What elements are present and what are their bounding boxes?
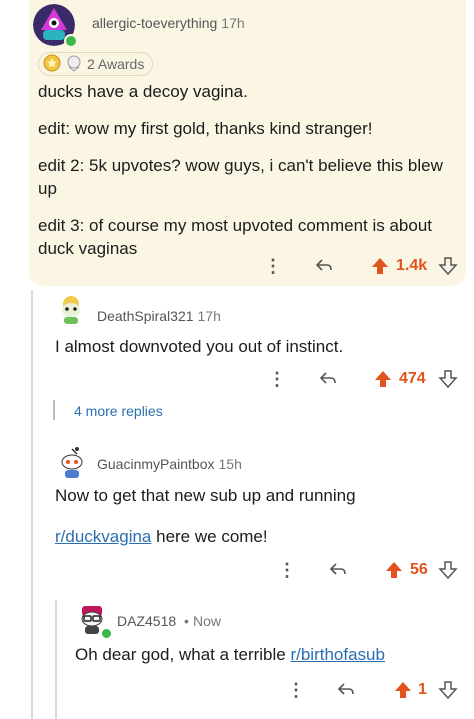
snoo-avatar-icon <box>55 446 89 480</box>
vote-score: 1 <box>418 681 427 698</box>
avatar[interactable] <box>55 446 89 480</box>
thread-line[interactable] <box>31 290 33 719</box>
upvote-icon[interactable] <box>373 369 393 394</box>
vote-score: 1.4k <box>396 257 428 274</box>
username[interactable]: GuacinmyPaintbox <box>97 456 215 472</box>
more-options-icon[interactable]: ⋮ <box>287 678 305 702</box>
username[interactable]: DeathSpiral321 <box>97 308 194 324</box>
comment-line: edit 3: of course my most upvoted commen… <box>38 216 433 258</box>
comment-text: Oh dear god, what a terrible <box>75 645 291 664</box>
reply-icon[interactable] <box>336 680 356 705</box>
reply-icon[interactable] <box>328 560 348 585</box>
timestamp: 17h <box>221 15 245 31</box>
username[interactable]: allergic-toeverything <box>92 15 217 31</box>
comment-line: Now to get that new sub up and running <box>55 486 356 505</box>
comment-line: r/duckvagina here we come! <box>55 525 455 548</box>
downvote-icon[interactable] <box>438 680 458 705</box>
upvote-icon[interactable] <box>384 560 404 585</box>
reply-icon[interactable] <box>318 369 338 394</box>
vote-score: 474 <box>399 370 426 387</box>
upvote-icon[interactable] <box>393 680 413 705</box>
comment-author[interactable]: allergic-toeverything 17h <box>92 15 245 31</box>
collapsed-replies-bar <box>53 400 55 420</box>
comment-body: Now to get that new sub up and running r… <box>55 484 455 548</box>
timestamp: 17h <box>197 308 221 324</box>
downvote-icon[interactable] <box>438 369 458 394</box>
gold-award-icon <box>43 54 61 75</box>
comment-text-suffix: here we come! <box>151 527 268 546</box>
username[interactable]: DAZ4518 <box>117 613 176 629</box>
comment-body: ducks have a decoy vagina. edit: wow my … <box>38 80 458 260</box>
more-replies-link[interactable]: 4 more replies <box>74 403 163 419</box>
comment-author[interactable]: GuacinmyPaintbox 15h <box>97 456 242 472</box>
timestamp: 15h <box>218 456 242 472</box>
avatar[interactable] <box>55 294 87 326</box>
timestamp-separator: • <box>180 613 189 629</box>
thread-line-nested[interactable] <box>55 600 57 719</box>
comment-body: I almost downvoted you out of instinct. <box>55 337 344 356</box>
downvote-icon[interactable] <box>438 256 458 281</box>
awards-count: 2 Awards <box>87 56 145 72</box>
award-icon <box>65 54 83 75</box>
comment-line: edit 2: 5k upvotes? wow guys, i can't be… <box>38 156 443 198</box>
upvote-icon[interactable] <box>370 256 390 281</box>
reply-icon[interactable] <box>314 256 334 281</box>
comment-author[interactable]: DAZ4518 • Now <box>117 613 221 629</box>
more-options-icon[interactable]: ⋮ <box>268 367 286 391</box>
comment-line: edit: wow my first gold, thanks kind str… <box>38 119 373 138</box>
online-status-icon <box>64 34 78 48</box>
snoo-avatar-icon <box>55 294 87 326</box>
downvote-icon[interactable] <box>438 560 458 585</box>
vote-score: 56 <box>410 561 428 578</box>
comment-line: ducks have a decoy vagina. <box>38 82 248 101</box>
subreddit-link[interactable]: r/duckvagina <box>55 527 151 546</box>
comment-author[interactable]: DeathSpiral321 17h <box>97 308 221 324</box>
subreddit-link[interactable]: r/birthofasub <box>290 645 385 664</box>
awards-badge[interactable]: 2 Awards <box>38 52 154 76</box>
more-options-icon[interactable]: ⋮ <box>278 558 296 582</box>
online-status-icon <box>100 627 113 640</box>
more-options-icon[interactable]: ⋮ <box>264 254 282 278</box>
comment-body: Oh dear god, what a terrible r/birthofas… <box>75 643 465 666</box>
timestamp: Now <box>192 613 221 629</box>
